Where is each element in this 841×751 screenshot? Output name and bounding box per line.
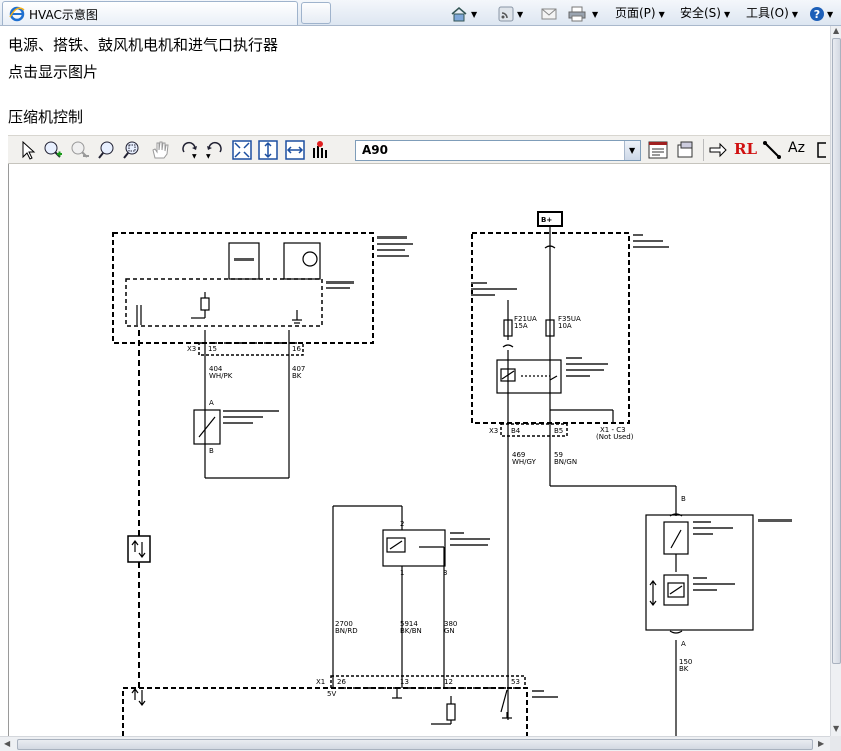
connector-x1-label: X1 [316, 678, 325, 686]
browser-tab[interactable]: HVAC示意图 [2, 1, 298, 25]
not-used-label: (Not Used) [596, 433, 634, 441]
browser-toolbar: HVAC示意图 ▼ ▼ ▼ 页面(P) ▼ 安全(S) ▼ 工具(O) ▼ ? ▼ [0, 0, 841, 26]
pin-15-label: 15 [208, 345, 217, 353]
pin-b4-label: B4 [511, 427, 521, 435]
viewer-toolbar: ▼ ▼ A90 ▼ RL Az [8, 135, 830, 164]
document-select[interactable]: A90 ▼ [355, 140, 641, 161]
tab-title: HVAC示意图 [29, 8, 98, 22]
wire-404-color: WH/PK [209, 372, 233, 380]
page-menu[interactable]: 页面(P) ▼ [615, 3, 665, 23]
horizontal-scrollbar[interactable]: ◀ ▶ [0, 736, 830, 751]
vertical-scrollbar[interactable]: ▲ ▼ [830, 26, 841, 736]
wire-59-color: BN/GN [554, 458, 577, 466]
wiring-diagram: B+ X3 15 16 404 WH/PK 407 BK A B F21UA 1… [112, 211, 792, 736]
svg-text:?: ? [814, 8, 820, 21]
clutch-pin-b: B [681, 495, 686, 503]
tools-menu[interactable]: 工具(O) ▼ [746, 3, 798, 23]
rss-icon [498, 6, 514, 21]
follow-link-arrow-icon[interactable] [708, 140, 728, 160]
fuse-f35ua-amp: 10A [558, 322, 572, 330]
text-tool-icon[interactable]: Az [788, 140, 808, 160]
mail-button[interactable] [541, 3, 557, 23]
fit-all-icon[interactable] [232, 140, 252, 160]
feeds-button[interactable]: ▼ [498, 3, 523, 23]
svg-text:▼: ▼ [192, 153, 197, 160]
home-icon [451, 6, 467, 21]
scrollbar-corner [830, 736, 841, 751]
clutch-pin-a: A [681, 640, 686, 648]
zoom-icon[interactable] [98, 140, 118, 160]
scroll-down-icon[interactable]: ▼ [833, 724, 839, 733]
wire-2700-color: BN/RD [335, 627, 358, 635]
b-plus-label: B+ [541, 216, 552, 224]
sensor-pin-b: B [209, 447, 214, 455]
horizontal-scroll-thumb[interactable] [17, 739, 813, 750]
connector-x3-label: X3 [187, 345, 196, 353]
sensor-pin-a: A [209, 399, 214, 407]
zoom-in-icon[interactable] [43, 140, 63, 160]
wire-380-color: GN [444, 627, 455, 635]
page-heading-compressor: 压缩机控制 [8, 108, 84, 126]
scroll-up-icon[interactable]: ▲ [833, 26, 839, 35]
voltage-5v-label: 5V [327, 690, 336, 698]
fuse-f21ua-amp: 15A [514, 322, 528, 330]
home-button[interactable]: ▼ [450, 3, 477, 23]
select-pointer-icon[interactable] [18, 140, 38, 160]
svg-text:▼: ▼ [206, 153, 211, 160]
line-tool-icon[interactable] [762, 140, 782, 160]
fit-height-icon[interactable] [258, 140, 278, 160]
pin-12-label: 12 [444, 678, 453, 686]
pin-b5-label: B5 [554, 427, 563, 435]
pin-53-label: 53 [511, 678, 520, 686]
rotate-left-icon[interactable]: ▼ [204, 140, 224, 160]
ie-logo-icon [9, 6, 25, 22]
scroll-left-icon[interactable]: ◀ [4, 739, 10, 748]
switch-pin-2: 2 [400, 520, 404, 528]
vertical-scroll-thumb[interactable] [832, 38, 841, 664]
scroll-right-icon[interactable]: ▶ [818, 739, 824, 748]
wire-150-color: BK [679, 665, 689, 673]
document-select-value: A90 [362, 143, 388, 157]
switch-pin-3: 3 [443, 569, 447, 577]
help-button[interactable]: ? ▼ [809, 3, 833, 23]
pin-16-label: 16 [292, 345, 301, 353]
redline-tool-icon[interactable]: RL [734, 140, 757, 160]
rotate-right-icon[interactable]: ▼ [180, 140, 200, 160]
pin-13-label: 13 [400, 678, 409, 686]
print-setup-icon[interactable] [675, 140, 695, 160]
help-icon: ? [810, 6, 824, 21]
mail-icon [541, 8, 557, 19]
pan-hand-icon[interactable] [150, 140, 170, 160]
connector-x3-right-label: X3 [489, 427, 498, 435]
zoom-out-icon[interactable] [70, 140, 90, 160]
printer-icon [568, 6, 586, 21]
toolbar-separator [703, 139, 704, 161]
switch-pin-1: 1 [400, 569, 404, 577]
wire-5914-color: BK/BN [400, 627, 422, 635]
show-image-link[interactable]: 点击显示图片 [8, 61, 98, 82]
wire-469-color: WH/GY [512, 458, 537, 466]
print-button[interactable]: ▼ [568, 3, 598, 23]
page-heading-power: 电源、搭铁、鼓风机电机和进气口执行器 [8, 36, 279, 54]
fit-width-icon[interactable] [285, 140, 305, 160]
diagram-canvas[interactable]: B+ X3 15 16 404 WH/PK 407 BK A B F21UA 1… [8, 164, 830, 736]
safety-menu[interactable]: 安全(S) ▼ [680, 3, 730, 23]
properties-icon[interactable] [648, 140, 668, 160]
dropdown-arrow-icon[interactable]: ▼ [624, 141, 640, 160]
zoom-window-icon[interactable] [123, 140, 143, 160]
pin-26-label: 26 [337, 678, 346, 686]
new-tab-button[interactable] [301, 2, 331, 24]
wire-407-color: BK [292, 372, 302, 380]
highlight-icon[interactable] [311, 140, 331, 160]
